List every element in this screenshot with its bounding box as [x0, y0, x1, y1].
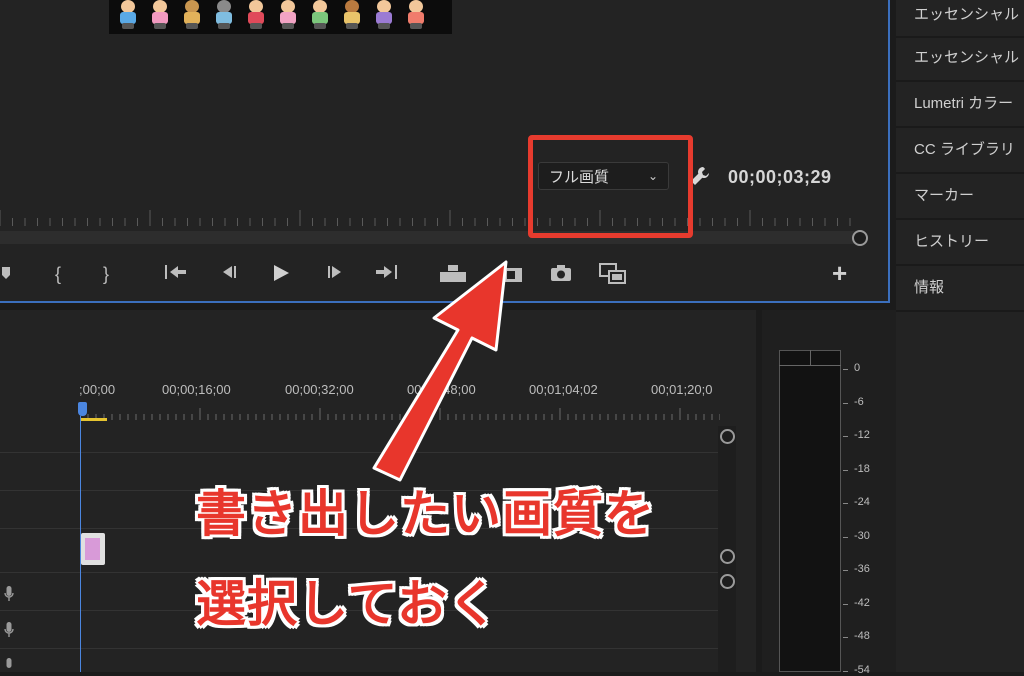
- go-to-out-button[interactable]: [372, 262, 402, 286]
- work-area-bar[interactable]: [81, 418, 107, 421]
- db-label: -30: [854, 529, 870, 542]
- side-item-essential-1[interactable]: エッセンシャル: [896, 0, 1024, 38]
- annotation-text-line1: 書き出したい画質を: [196, 485, 655, 543]
- scrollbar-handle[interactable]: [720, 549, 735, 564]
- step-forward-icon: [328, 266, 341, 278]
- mark-in-button[interactable]: {: [50, 262, 66, 286]
- mark-in-icon: {: [54, 264, 61, 284]
- side-item-info[interactable]: 情報: [896, 268, 1024, 312]
- camera-icon: [551, 265, 571, 281]
- preview-figure: [405, 0, 427, 30]
- scrollbar-handle[interactable]: [720, 429, 735, 444]
- preview-figure: [213, 0, 235, 30]
- export-frame-button[interactable]: [548, 262, 574, 286]
- mark-out-icon: }: [102, 264, 109, 284]
- preview-figure: [181, 0, 203, 30]
- db-tick: [843, 637, 848, 638]
- side-panel: エッセンシャル エッセンシャル Lumetri カラー CC ライブラリ マーカ…: [896, 0, 1024, 672]
- preview-figure: [373, 0, 395, 30]
- timeline-timecode: 00;01;04;02: [529, 382, 598, 397]
- db-tick: [843, 369, 848, 370]
- extract-button[interactable]: [496, 262, 526, 286]
- add-marker-button[interactable]: [0, 262, 14, 286]
- preview-figure: [245, 0, 267, 30]
- lift-icon: [440, 265, 466, 282]
- preview-figure: [277, 0, 299, 30]
- extract-icon: [500, 268, 522, 282]
- db-tick: [843, 469, 848, 471]
- timeline-timecode: 00;00;32;00: [285, 382, 354, 397]
- marker-icon: [2, 267, 10, 279]
- go-to-in-icon: [165, 265, 186, 279]
- track-divider: [0, 648, 718, 649]
- video-preview: [109, 0, 452, 34]
- side-item-markers[interactable]: マーカー: [896, 176, 1024, 220]
- timeline-timecode: 00;00;16;00: [162, 382, 231, 397]
- comparison-view-button[interactable]: [596, 262, 630, 286]
- db-label: 0: [854, 362, 861, 374]
- db-tick: [843, 570, 848, 571]
- side-item-essential-2[interactable]: エッセンシャル: [896, 38, 1024, 82]
- timeline-timecode: ;00;00: [79, 382, 116, 397]
- annotation-text-line2: 選択しておく: [196, 575, 499, 633]
- monitor-zoom-scrollbar[interactable]: [0, 231, 860, 244]
- db-label: -42: [854, 596, 870, 609]
- scrollbar-handle[interactable]: [720, 574, 735, 589]
- side-item-cc-library[interactable]: CC ライブラリ: [896, 130, 1024, 174]
- preview-figure: [341, 0, 363, 30]
- lift-button[interactable]: [436, 262, 470, 286]
- playhead-timecode[interactable]: 00;00;03;29: [728, 167, 832, 188]
- db-label: -12: [854, 429, 870, 441]
- film-strip-icon: [599, 263, 626, 284]
- preview-figure: [149, 0, 171, 30]
- play-button[interactable]: [268, 262, 294, 286]
- timeline-timecode: 00;01;20;0: [651, 382, 713, 397]
- db-label: -36: [854, 563, 870, 575]
- timeline-playhead-handle[interactable]: [78, 402, 87, 416]
- program-monitor-panel: [0, 0, 890, 303]
- step-forward-button[interactable]: [322, 262, 348, 286]
- track-divider: [0, 452, 718, 453]
- timeline-timecode: 00;00;48;00: [407, 382, 476, 397]
- step-back-icon: [223, 266, 236, 278]
- play-icon: [274, 265, 289, 281]
- db-tick: [843, 536, 848, 538]
- monitor-time-ruler[interactable]: [0, 208, 860, 228]
- audio-meter: [779, 350, 841, 672]
- db-tick: [843, 670, 848, 672]
- audio-meter-divider: [810, 350, 811, 366]
- db-tick: [843, 436, 848, 437]
- db-label: -24: [854, 496, 870, 508]
- side-item-lumetri[interactable]: Lumetri カラー: [896, 84, 1024, 128]
- add-button[interactable]: +: [832, 260, 852, 286]
- db-label: -6: [854, 395, 864, 408]
- db-tick: [843, 603, 848, 605]
- db-label: -18: [854, 462, 870, 475]
- clip-thumbnail: [85, 538, 100, 560]
- mark-out-button[interactable]: }: [98, 262, 114, 286]
- db-tick: [843, 402, 848, 404]
- scrollbar-end-handle[interactable]: [852, 230, 868, 246]
- go-to-out-icon: [376, 265, 397, 279]
- go-to-in-button[interactable]: [160, 262, 190, 286]
- microphone-icon[interactable]: [4, 586, 14, 602]
- preview-figure: [117, 0, 139, 30]
- plus-icon: +: [832, 258, 848, 288]
- highlight-box: [528, 135, 693, 238]
- step-back-button[interactable]: [216, 262, 242, 286]
- side-item-history[interactable]: ヒストリー: [896, 222, 1024, 266]
- timeline-ruler[interactable]: [80, 406, 720, 422]
- db-label: -48: [854, 630, 870, 642]
- db-label: -54: [854, 663, 870, 676]
- microphone-icon[interactable]: [4, 622, 14, 638]
- db-tick: [843, 503, 848, 504]
- preview-figure: [309, 0, 331, 30]
